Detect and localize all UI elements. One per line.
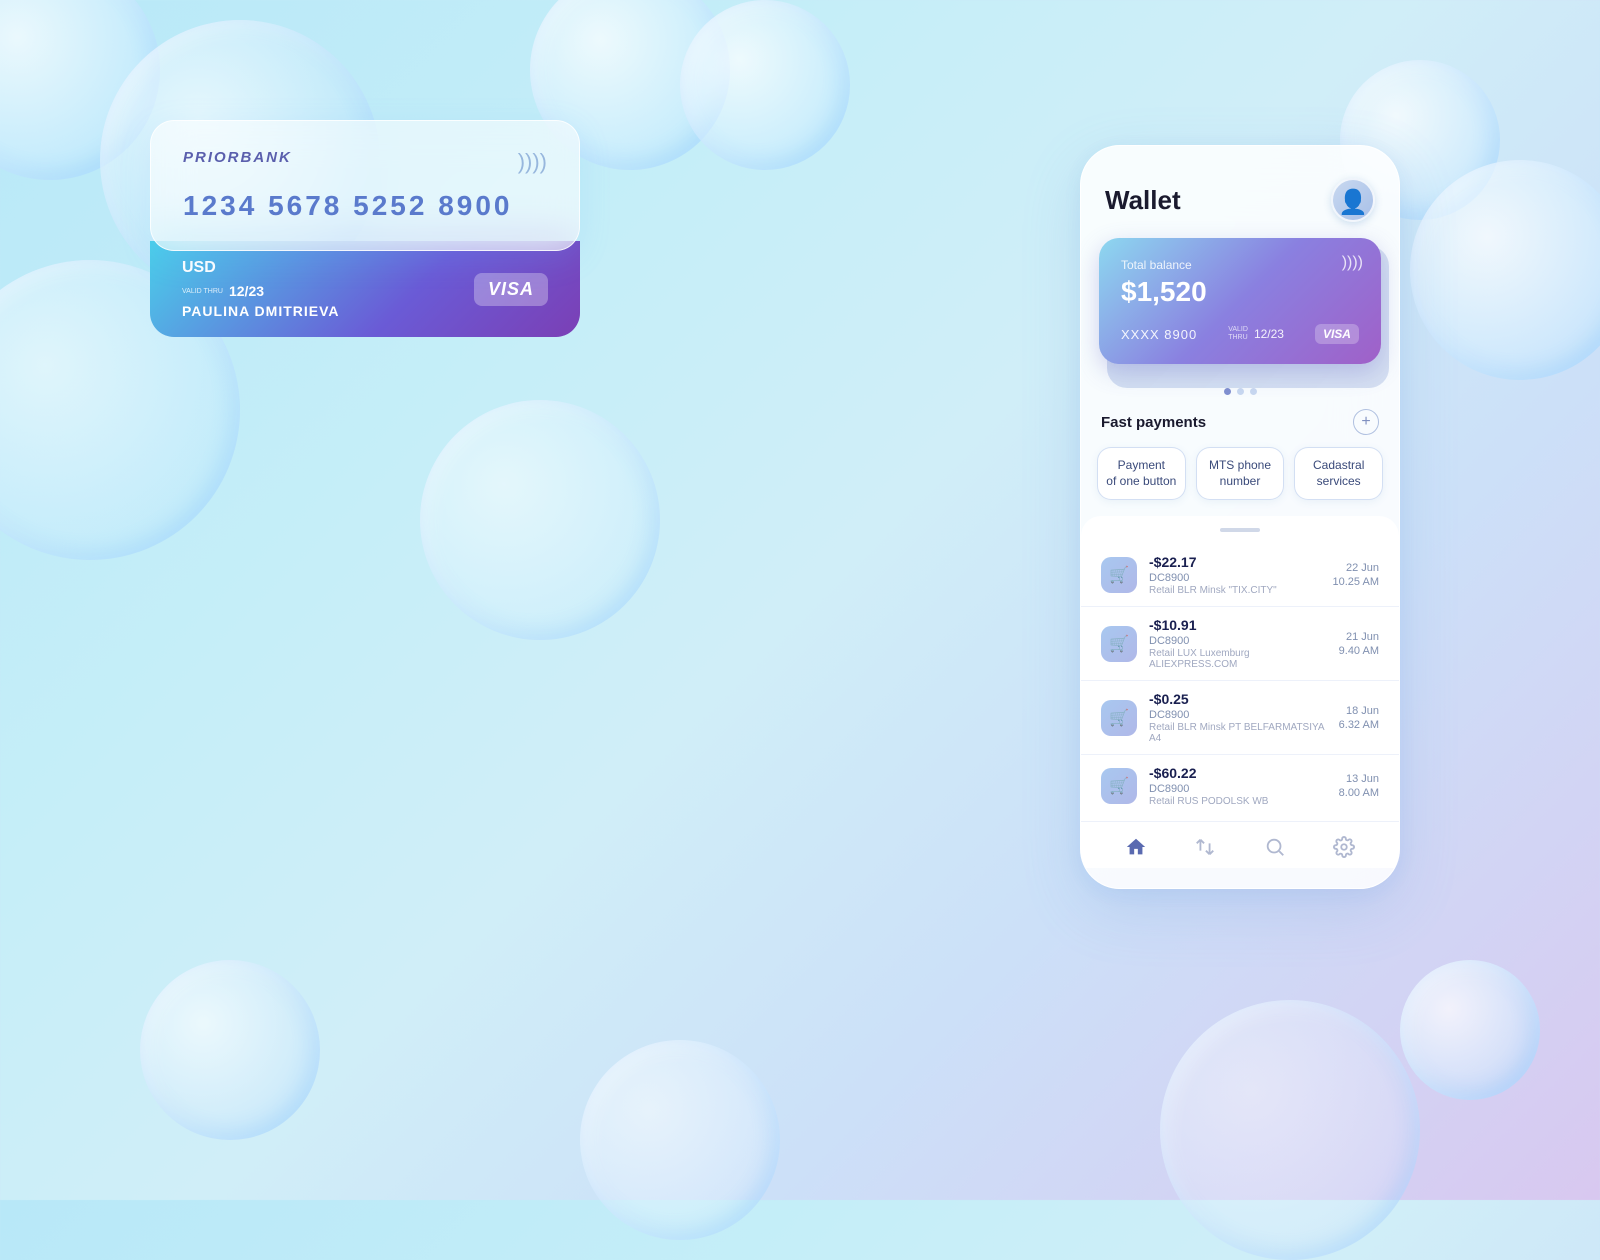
card-nfc-icon: )))) <box>1342 254 1363 272</box>
transaction-hour: 8.00 AM <box>1339 787 1379 799</box>
transaction-amount: -$22.17 <box>1149 554 1321 570</box>
transaction-time: 22 Jun 10.25 AM <box>1333 562 1379 588</box>
valid-thru-label: VALID THRU <box>182 288 223 295</box>
nav-search-button[interactable] <box>1264 836 1286 858</box>
bubble-decor-11 <box>1400 960 1540 1100</box>
search-icon <box>1264 836 1286 858</box>
transaction-icon: 🛒 <box>1101 700 1137 736</box>
transaction-item[interactable]: 🛒 -$22.17 DC8900 Retail BLR Minsk "TIX.C… <box>1081 544 1399 607</box>
mini-card-valid-label: VALIDTHRU <box>1228 326 1248 343</box>
app-header: Wallet 👤 <box>1081 146 1399 238</box>
card-expiry: 12/23 <box>229 283 264 299</box>
large-credit-card: PRIORBANK )))) 1234 5678 5252 8900 USD V… <box>150 120 580 337</box>
bubble-decor-7 <box>140 960 320 1140</box>
fast-payments-title: Fast payments <box>1101 414 1206 431</box>
card-pagination-dots <box>1081 388 1399 395</box>
payment-one-button[interactable]: Paymentof one button <box>1097 447 1186 500</box>
transaction-info: -$0.25 DC8900 Retail BLR Minsk PT BELFAR… <box>1149 691 1327 744</box>
transaction-desc: Retail BLR Minsk "TIX.CITY" <box>1149 585 1321 596</box>
transaction-info: -$10.91 DC8900 Retail LUX Luxemburg ALIE… <box>1149 617 1327 670</box>
transaction-desc: Retail RUS PODOLSK WB <box>1149 796 1327 807</box>
transaction-desc: Retail LUX Luxemburg ALIEXPRESS.COM <box>1149 648 1327 670</box>
home-icon <box>1125 836 1147 858</box>
balance-amount: $1,520 <box>1121 276 1359 308</box>
transaction-date: 22 Jun <box>1333 562 1379 574</box>
settings-icon <box>1333 836 1355 858</box>
balance-label: Total balance <box>1121 258 1359 272</box>
transaction-time: 18 Jun 6.32 AM <box>1339 705 1379 731</box>
transaction-item[interactable]: 🛒 -$60.22 DC8900 Retail RUS PODOLSK WB 1… <box>1081 755 1399 817</box>
card-currency: USD <box>182 259 340 277</box>
transaction-date: 21 Jun <box>1339 631 1379 643</box>
add-payment-button[interactable]: + <box>1353 409 1379 435</box>
card-bottom-row: XXXX 8900 VALIDTHRU 12/23 VISA <box>1121 324 1359 344</box>
nav-settings-button[interactable] <box>1333 836 1355 858</box>
transaction-code: DC8900 <box>1149 635 1327 647</box>
card-top-section: PRIORBANK )))) 1234 5678 5252 8900 <box>150 120 580 251</box>
transactions-area: 🛒 -$22.17 DC8900 Retail BLR Minsk "TIX.C… <box>1081 516 1399 868</box>
mini-card-expiry: 12/23 <box>1254 327 1284 341</box>
transaction-info: -$22.17 DC8900 Retail BLR Minsk "TIX.CIT… <box>1149 554 1321 596</box>
transaction-item[interactable]: 🛒 -$0.25 DC8900 Retail BLR Minsk PT BELF… <box>1081 681 1399 755</box>
avatar-image: 👤 <box>1338 188 1368 217</box>
nfc-icon: )))) <box>518 149 547 175</box>
transaction-code: DC8900 <box>1149 709 1327 721</box>
bank-name: PRIORBANK <box>183 149 547 166</box>
card-currency-info: USD VALID THRU 12/23 PAULINA DMITRIEVA <box>182 259 340 319</box>
card-number: 1234 5678 5252 8900 <box>183 190 547 222</box>
mini-visa-logo: VISA <box>1315 324 1359 344</box>
bottom-nav <box>1081 821 1399 868</box>
avatar[interactable]: 👤 <box>1331 178 1375 222</box>
transaction-amount: -$0.25 <box>1149 691 1327 707</box>
mini-card-number: XXXX 8900 <box>1121 327 1197 342</box>
transaction-amount: -$60.22 <box>1149 765 1327 781</box>
mini-card[interactable]: )))) Total balance $1,520 XXXX 8900 VALI… <box>1099 238 1381 364</box>
fast-payments-header: Fast payments + <box>1081 409 1399 447</box>
transaction-info: -$60.22 DC8900 Retail RUS PODOLSK WB <box>1149 765 1327 807</box>
nav-home-button[interactable] <box>1125 836 1147 858</box>
transaction-date: 13 Jun <box>1339 773 1379 785</box>
dot-1[interactable] <box>1224 388 1231 395</box>
card-bottom-section: USD VALID THRU 12/23 PAULINA DMITRIEVA V… <box>150 241 580 337</box>
transaction-time: 21 Jun 9.40 AM <box>1339 631 1379 657</box>
cardholder-name: PAULINA DMITRIEVA <box>182 303 340 319</box>
transaction-code: DC8900 <box>1149 783 1327 795</box>
phone-mockup: Wallet 👤 )))) Total balance $1,520 XXXX … <box>1080 145 1400 889</box>
bubble-decor-8 <box>580 1040 780 1240</box>
transaction-hour: 10.25 AM <box>1333 576 1379 588</box>
bubble-decor-6 <box>420 400 660 640</box>
transaction-icon: 🛒 <box>1101 768 1137 804</box>
transaction-desc: Retail BLR Minsk PT BELFARMATSIYA A4 <box>1149 722 1327 744</box>
fast-payments-list: Paymentof one button MTS phonenumber Cad… <box>1081 447 1399 508</box>
nav-transfer-button[interactable] <box>1194 836 1216 858</box>
mts-phone-button[interactable]: MTS phonenumber <box>1196 447 1285 500</box>
transaction-code: DC8900 <box>1149 572 1321 584</box>
wallet-title: Wallet <box>1105 185 1181 216</box>
transaction-item[interactable]: 🛒 -$10.91 DC8900 Retail LUX Luxemburg AL… <box>1081 607 1399 681</box>
visa-logo: VISA <box>474 273 548 306</box>
mini-card-container: )))) Total balance $1,520 XXXX 8900 VALI… <box>1081 238 1399 380</box>
transaction-time: 13 Jun 8.00 AM <box>1339 773 1379 799</box>
dot-2[interactable] <box>1237 388 1244 395</box>
dot-3[interactable] <box>1250 388 1257 395</box>
mini-card-valid-row: VALIDTHRU 12/23 <box>1228 326 1284 343</box>
transaction-icon: 🛒 <box>1101 557 1137 593</box>
transfer-icon <box>1194 836 1216 858</box>
transaction-date: 18 Jun <box>1339 705 1379 717</box>
transaction-hour: 9.40 AM <box>1339 645 1379 657</box>
drag-handle <box>1220 528 1260 532</box>
bubble-decor-12 <box>1160 1000 1420 1260</box>
transaction-hour: 6.32 AM <box>1339 719 1379 731</box>
bubble-decor-4 <box>680 0 850 170</box>
transaction-amount: -$10.91 <box>1149 617 1327 633</box>
cadastral-services-button[interactable]: Cadastralservices <box>1294 447 1383 500</box>
transaction-icon: 🛒 <box>1101 626 1137 662</box>
